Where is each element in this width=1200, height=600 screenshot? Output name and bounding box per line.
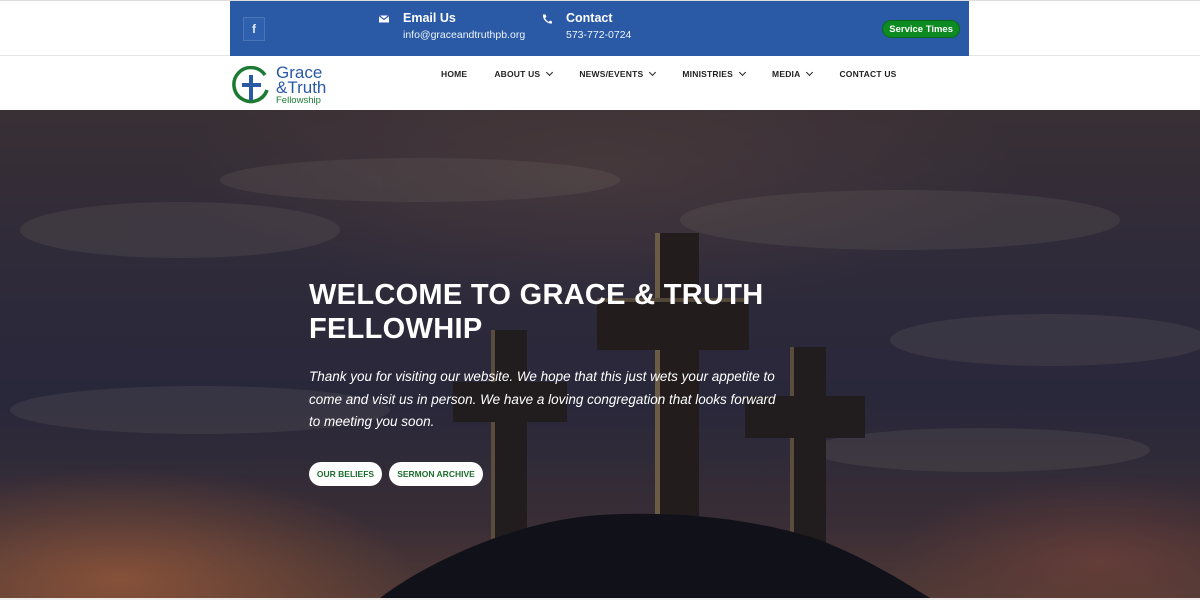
nav-item-ministries[interactable]: MINISTRIES	[682, 68, 747, 79]
chevron-down-icon	[649, 68, 657, 77]
facebook-icon[interactable]: f	[243, 17, 265, 41]
nav-label: HOME	[441, 69, 468, 79]
nav-item-media[interactable]: MEDIA	[772, 68, 814, 79]
service-times-button[interactable]: Service Times	[882, 20, 960, 38]
nav-label: MINISTRIES	[682, 69, 734, 79]
email-title: Email Us	[403, 11, 456, 25]
hero-welcome-text: Thank you for visiting our website. We h…	[309, 369, 776, 429]
nav-label: ABOUT US	[494, 69, 541, 79]
nav-item-home[interactable]: HOME	[441, 69, 467, 79]
chevron-down-icon	[806, 68, 814, 77]
nav-item-contact-us[interactable]: CONTACT US	[839, 69, 896, 79]
site-logo[interactable]: Grace &Truth Fellowship	[232, 64, 342, 110]
nav-item-news-events[interactable]: NEWS/EVENTS	[579, 68, 657, 79]
nav-label: MEDIA	[772, 69, 801, 79]
hero-banner: WELCOME TO GRACE & TRUTH FELLOWHIP Thank…	[0, 110, 1200, 598]
primary-nav: HOME ABOUT US NEWS/EVENTS MINISTRIES MED…	[441, 68, 897, 79]
phone-title: Contact	[566, 11, 613, 25]
main-navbar: Grace &Truth Fellowship HOME ABOUT US NE…	[0, 57, 1200, 110]
our-beliefs-button[interactable]: OUR BELIEFS	[309, 462, 382, 486]
sermon-archive-button[interactable]: SERMON ARCHIVE	[389, 462, 483, 486]
logo-line-fellowship: Fellowship	[276, 95, 321, 106]
envelope-icon	[378, 15, 390, 23]
phone-icon	[542, 14, 552, 24]
email-address[interactable]: info@graceandtruthpb.org	[403, 29, 525, 41]
hero-title-line-2: FELLOWHIP	[309, 313, 483, 345]
cross-logo-icon	[232, 66, 269, 104]
phone-number[interactable]: 573-772-0724	[566, 29, 631, 41]
three-crosses-illustration	[0, 110, 1200, 598]
logo-line-truth: &Truth	[276, 78, 327, 97]
logo-wordmark: Grace &Truth Fellowship	[276, 64, 327, 106]
chevron-down-icon	[546, 68, 554, 77]
hero-title: WELCOME TO GRACE & TRUTH FELLOWHIP	[309, 278, 829, 346]
nav-label: CONTACT US	[839, 69, 897, 79]
contact-bar: f Email Us info@graceandtruthpb.org Cont…	[230, 1, 969, 56]
nav-item-about-us[interactable]: ABOUT US	[494, 68, 554, 79]
nav-label: NEWS/EVENTS	[579, 69, 644, 79]
hero-title-line-1: WELCOME TO GRACE & TRUTH	[309, 279, 764, 311]
chevron-down-icon	[739, 68, 747, 77]
